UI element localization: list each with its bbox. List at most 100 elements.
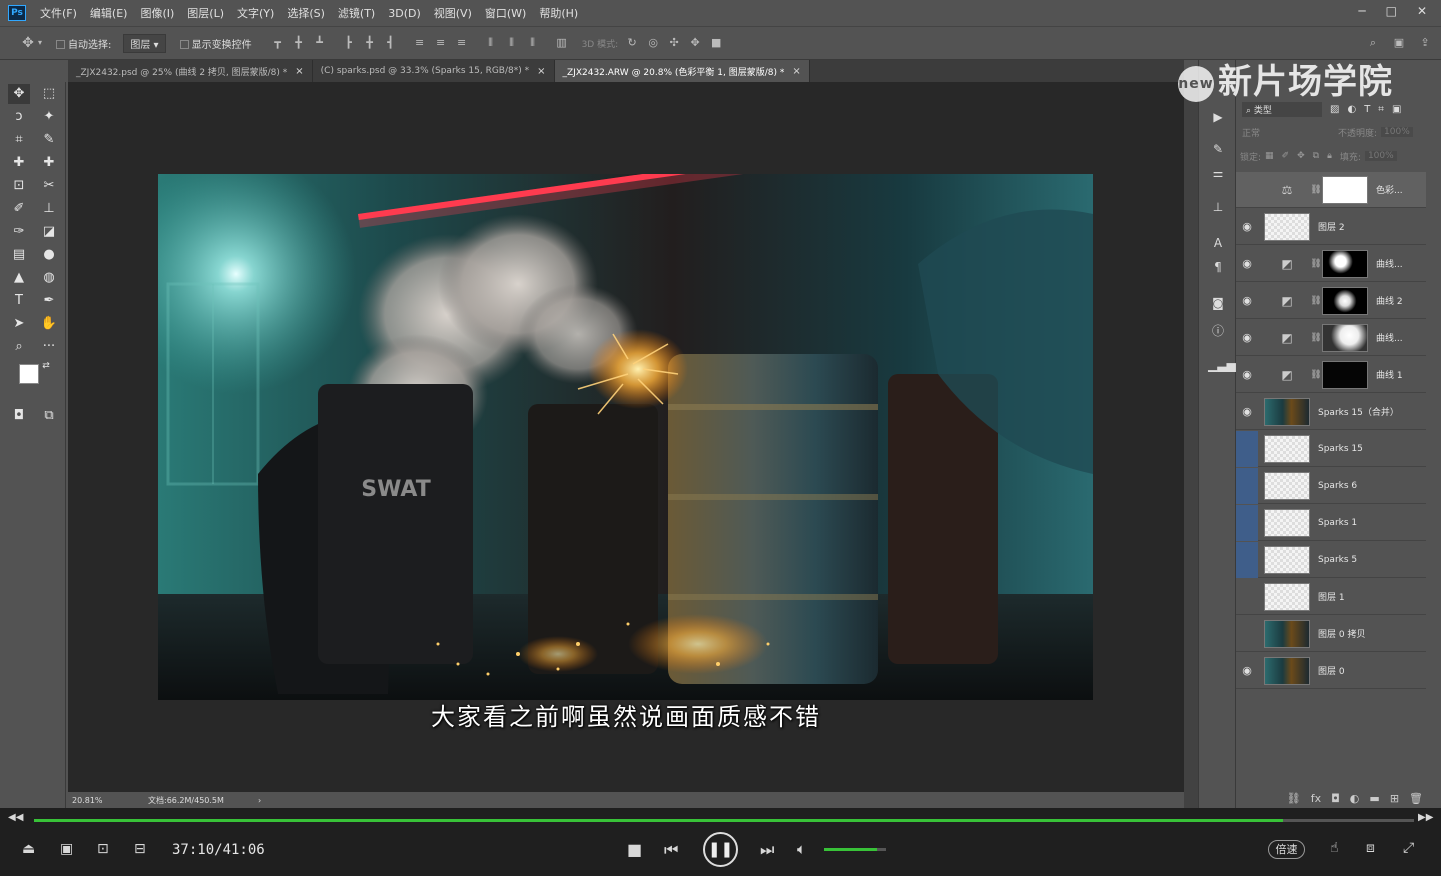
tab-document-2[interactable]: (C) sparks.psd @ 33.3% (Sparks 15, RGB/8… bbox=[313, 60, 555, 82]
volume-slider[interactable] bbox=[824, 848, 886, 851]
fill-value[interactable]: 100% bbox=[1364, 151, 1397, 161]
more-tools-icon[interactable]: ··· bbox=[38, 337, 60, 357]
histogram-icon[interactable]: ▁▃▅ bbox=[1208, 358, 1236, 376]
distribute-bottom-icon[interactable]: ≡ bbox=[456, 37, 468, 49]
filter-shape-icon[interactable]: ⌗ bbox=[1378, 104, 1384, 115]
visibility-toggle[interactable]: ◉ bbox=[1236, 590, 1258, 603]
status-arrow-icon[interactable]: › bbox=[258, 796, 261, 805]
zoom-tool-icon[interactable]: ⌕ bbox=[8, 337, 30, 357]
menu-3d[interactable]: 3D(D) bbox=[388, 7, 421, 20]
menu-type[interactable]: 文字(Y) bbox=[237, 5, 274, 21]
healing-brush-icon[interactable]: ✚ bbox=[8, 153, 30, 173]
filter-smart-icon[interactable]: ▣ bbox=[1392, 104, 1401, 115]
3d-roll-icon[interactable]: ◎ bbox=[647, 37, 659, 49]
blend-mode-dropdown[interactable]: 正常 bbox=[1242, 126, 1338, 139]
swap-colors-icon[interactable]: ⇄ bbox=[40, 360, 52, 372]
tab-close-icon[interactable]: × bbox=[537, 66, 545, 77]
move-tool-icon[interactable]: ✥ bbox=[22, 36, 34, 50]
menu-image[interactable]: 图像(I) bbox=[140, 5, 174, 21]
tab-close-icon[interactable]: × bbox=[792, 66, 800, 77]
next-icon[interactable]: ⏭ bbox=[760, 840, 774, 860]
zoom-level[interactable]: 20.81% bbox=[72, 796, 112, 805]
move-tool-icon[interactable]: ✥ bbox=[8, 84, 30, 104]
menu-filter[interactable]: 滤镜(T) bbox=[338, 5, 375, 21]
minimize-icon[interactable]: ─ bbox=[1358, 4, 1365, 18]
hand-tool-icon[interactable]: ✋ bbox=[38, 314, 60, 334]
sharpen-tool-icon[interactable]: ▲ bbox=[8, 268, 30, 288]
pause-button[interactable]: ❚❚ bbox=[703, 832, 738, 867]
canvas-area[interactable]: SWAT 大家看之前啊虽然说画面质感不错 bbox=[68, 82, 1184, 792]
quick-mask-icon[interactable]: ◘ bbox=[8, 406, 30, 426]
menu-window[interactable]: 窗口(W) bbox=[485, 5, 526, 21]
auto-select-checkbox[interactable]: 自动选择: bbox=[56, 36, 111, 51]
lasso-tool-icon[interactable]: ↄ bbox=[8, 107, 30, 127]
visibility-eye-icon[interactable]: ◉ bbox=[1236, 294, 1258, 307]
show-transform-checkbox[interactable]: 显示变换控件 bbox=[179, 36, 252, 51]
trash-icon[interactable]: 🗑︎ bbox=[1409, 792, 1423, 805]
search-icon[interactable]: ⌕ bbox=[1367, 37, 1379, 49]
path-select-icon[interactable]: ➤ bbox=[8, 314, 30, 334]
playlist-icon[interactable]: ⊡ bbox=[97, 841, 109, 857]
gesture-icon[interactable]: ☝ bbox=[1330, 840, 1339, 856]
align-left-icon[interactable]: ┣ bbox=[343, 37, 355, 49]
previous-icon[interactable]: ⏮ bbox=[664, 840, 678, 860]
3d-camera-icon[interactable]: ■ bbox=[710, 37, 722, 49]
fast-forward-icon[interactable]: ▶▶ bbox=[1418, 812, 1433, 823]
character-icon[interactable]: A bbox=[1208, 236, 1228, 254]
layer-row[interactable]: ◉ ⚖ ⛓ 色彩... bbox=[1236, 172, 1426, 208]
history-brush-icon[interactable]: ✑ bbox=[8, 222, 30, 242]
play-icon[interactable]: ▶ bbox=[1208, 110, 1228, 128]
auto-align-icon[interactable]: ▥ bbox=[556, 37, 568, 49]
visibility-eye-icon[interactable]: ◉ bbox=[1236, 368, 1258, 381]
crop-tool-icon[interactable]: ⌗ bbox=[8, 130, 30, 150]
chevron-down-icon[interactable]: ▾ bbox=[34, 37, 46, 49]
visibility-toggle[interactable]: ◉ bbox=[1236, 183, 1258, 196]
lock-pixels-icon[interactable]: ✐ bbox=[1282, 151, 1290, 161]
distribute-right-icon[interactable]: ⦀ bbox=[527, 37, 539, 49]
menu-view[interactable]: 视图(V) bbox=[434, 5, 472, 21]
layer-row[interactable]: ◉ ◩ ⛓ 曲线... bbox=[1236, 320, 1426, 356]
layer-row[interactable]: ◉ Sparks 15 bbox=[1236, 430, 1426, 467]
screen-icon[interactable]: ▣ bbox=[60, 841, 73, 857]
scissors-icon[interactable]: ✂ bbox=[38, 176, 60, 196]
menu-file[interactable]: 文件(F) bbox=[40, 5, 77, 21]
layer-mask-thumb[interactable] bbox=[1322, 323, 1368, 352]
fullscreen-icon[interactable]: ⤢ bbox=[1403, 840, 1414, 856]
align-right-icon[interactable]: ┫ bbox=[385, 37, 397, 49]
tab-document-3[interactable]: _ZJX2432.ARW @ 20.8% (色彩平衡 1, 图层蒙版/8) * × bbox=[554, 60, 810, 82]
layer-row[interactable]: ◉ ◩ ⛓ 曲线... bbox=[1236, 246, 1426, 282]
toolbox-icon[interactable]: ⧈ bbox=[1366, 840, 1375, 856]
layer-row[interactable]: ◉ 图层 0 拷贝 bbox=[1236, 616, 1426, 652]
align-bottom-icon[interactable]: ┻ bbox=[314, 37, 326, 49]
visibility-toggle[interactable]: ◉ bbox=[1236, 467, 1258, 504]
tab-close-icon[interactable]: × bbox=[295, 66, 303, 77]
layer-row[interactable]: ◉ 图层 2 bbox=[1236, 209, 1426, 245]
lock-all-icon[interactable]: 🔒︎ bbox=[1327, 151, 1332, 161]
layer-row[interactable]: ◉ Sparks 6 bbox=[1236, 467, 1426, 504]
rewind-icon[interactable]: ◀◀ bbox=[8, 812, 23, 823]
eraser-tool-icon[interactable]: ◪ bbox=[38, 222, 60, 242]
dodge-tool-icon[interactable]: ◍ bbox=[38, 268, 60, 288]
opacity-value[interactable]: 100% bbox=[1381, 127, 1413, 137]
layer-mask-thumb[interactable] bbox=[1322, 286, 1368, 315]
stop-icon[interactable]: ■ bbox=[627, 840, 642, 859]
stamp-tool-icon[interactable]: ⊥ bbox=[38, 199, 60, 219]
visibility-toggle[interactable]: ◉ bbox=[1236, 504, 1258, 541]
volume-icon[interactable]: 🔈︎ bbox=[797, 840, 806, 858]
clone-source-icon[interactable]: ⊥ bbox=[1208, 200, 1228, 218]
layer-mask-thumb[interactable] bbox=[1322, 360, 1368, 389]
brush-tool-icon[interactable]: ✐ bbox=[8, 199, 30, 219]
align-top-icon[interactable]: ┳ bbox=[272, 37, 284, 49]
visibility-eye-icon[interactable]: ◉ bbox=[1236, 664, 1258, 677]
filter-type-icon[interactable]: T bbox=[1364, 104, 1370, 115]
menu-help[interactable]: 帮助(H) bbox=[539, 5, 578, 21]
visibility-eye-icon[interactable]: ◉ bbox=[1236, 220, 1258, 233]
vertical-scrollbar[interactable] bbox=[1184, 82, 1198, 808]
new-adjustment-icon[interactable]: ◐ bbox=[1350, 792, 1360, 805]
new-layer-icon[interactable]: ⊞ bbox=[1390, 792, 1399, 805]
lock-transparent-icon[interactable]: ▦ bbox=[1265, 151, 1274, 161]
add-mask-icon[interactable]: ◘ bbox=[1331, 792, 1340, 805]
layer-mask-thumb[interactable] bbox=[1322, 175, 1368, 204]
align-hcenter-icon[interactable]: ╋ bbox=[364, 37, 376, 49]
visibility-eye-icon[interactable]: ◉ bbox=[1236, 257, 1258, 270]
